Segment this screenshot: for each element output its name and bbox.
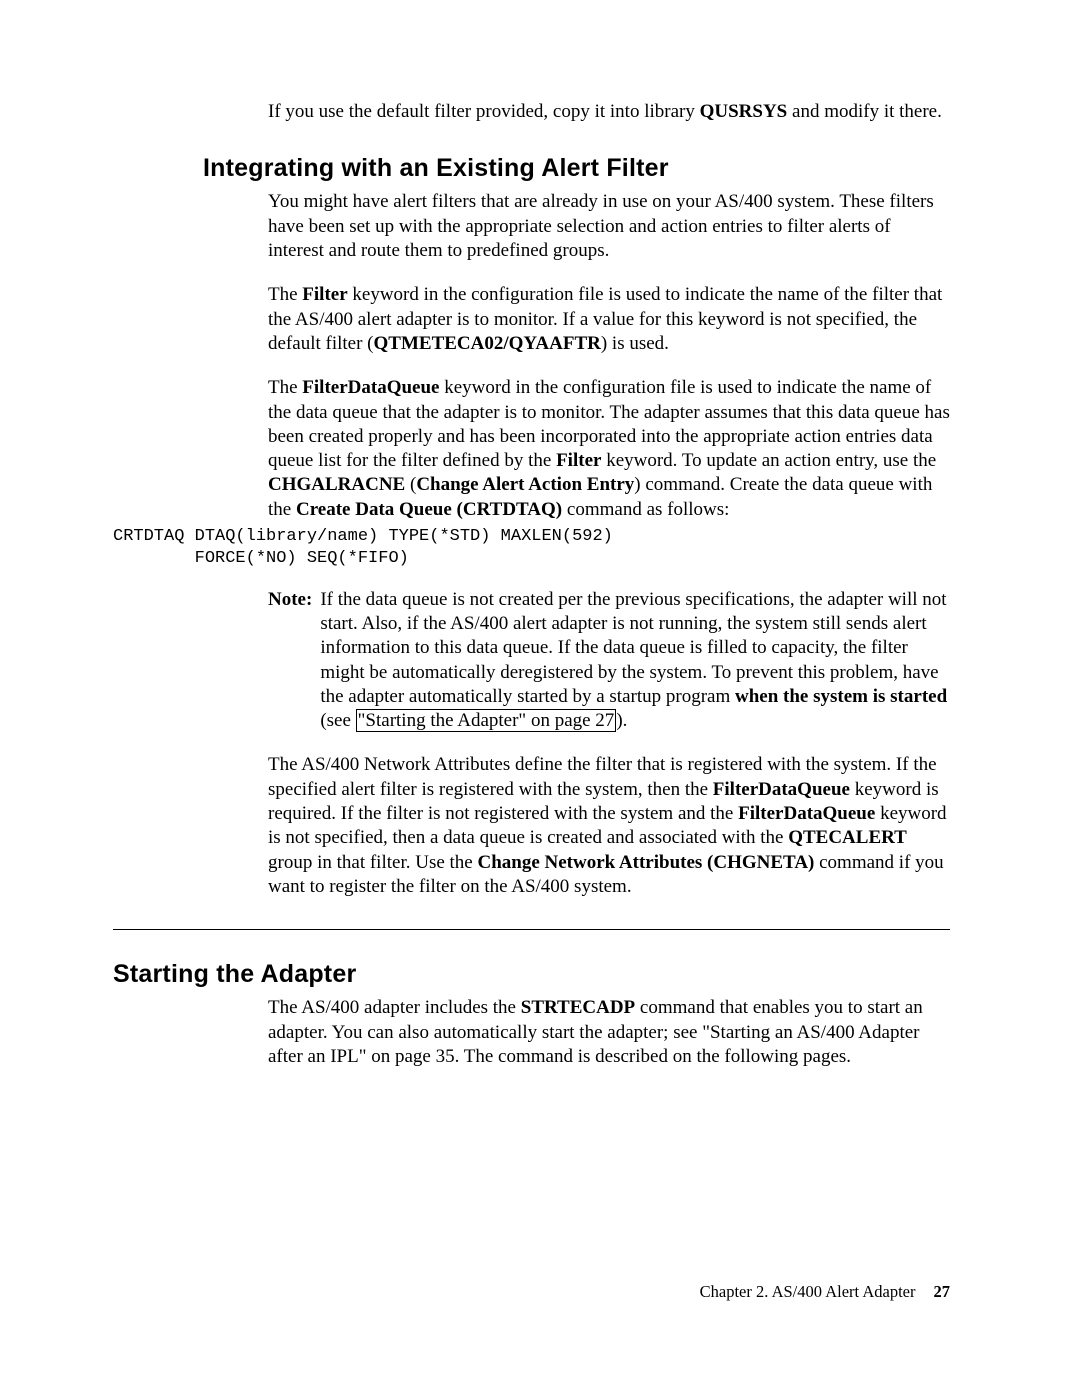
text: The AS/400 adapter includes the [268,997,521,1018]
command-change-network-attributes: Change Network Attributes (CHGNETA) [477,852,814,873]
command-create-data-queue: Create Data Queue (CRTDTAQ) [296,499,562,520]
library-name: QUSRSYS [700,101,788,122]
keyword-filterdataqueue: FilterDataQueue [713,779,850,800]
group-qtecalert: QTECALERT [788,827,907,848]
heading-starting-the-adapter: Starting the Adapter [113,958,950,990]
text: keyword. To update an action entry, use … [601,450,936,471]
text: and modify it there. [787,101,942,122]
note-body: If the data queue is not created per the… [320,588,950,734]
text: group in that filter. Use the [268,852,477,873]
text: If you use the default filter provided, … [268,101,700,122]
code-block-crtdtaq: CRTDTAQ DTAQ(library/name) TYPE(*STD) MA… [113,526,950,570]
text: (see [320,710,355,731]
keyword-filterdataqueue: FilterDataQueue [302,377,439,398]
heading-integrating: Integrating with an Existing Alert Filte… [203,152,950,184]
section-divider [113,929,950,930]
footer-page-number: 27 [934,1282,951,1301]
note-label: Note: [268,588,312,734]
text: The [268,377,302,398]
command-chgalracne: CHGALRACNE [268,474,405,495]
footer-chapter: Chapter 2. AS/400 Alert Adapter [700,1282,916,1301]
command-strtecadp: STRTECADP [521,997,635,1018]
s1-p2: The Filter keyword in the configuration … [268,283,950,356]
keyword-filter: Filter [302,284,347,305]
page-footer: Chapter 2. AS/400 Alert Adapter 27 [700,1281,950,1302]
s1-p3: The FilterDataQueue keyword in the confi… [268,376,950,522]
text: ). [616,710,627,731]
s1-p5: The AS/400 Network Attributes define the… [268,753,950,899]
s1-p1: You might have alert filters that are al… [268,190,950,263]
text: ) is used. [601,333,669,354]
link-starting-the-adapter[interactable]: "Starting the Adapter" on page 27 [356,709,617,732]
keyword-filterdataqueue: FilterDataQueue [738,803,875,824]
s2-p1: The AS/400 adapter includes the STRTECAD… [268,996,950,1069]
page: If you use the default filter provided, … [0,0,1080,1397]
text: The [268,284,302,305]
content-area: If you use the default filter provided, … [113,100,950,1089]
note-block: Note: If the data queue is not created p… [268,588,950,734]
default-filter-name: QTMETECA02/QYAAFTR [374,333,601,354]
text: ( [405,474,416,495]
command-change-alert-action-entry: Change Alert Action Entry [416,474,634,495]
intro-paragraph: If you use the default filter provided, … [268,100,950,124]
keyword-filter: Filter [556,450,601,471]
text: command as follows: [562,499,729,520]
emphasis-when-system-started: when the system is started [735,686,947,707]
